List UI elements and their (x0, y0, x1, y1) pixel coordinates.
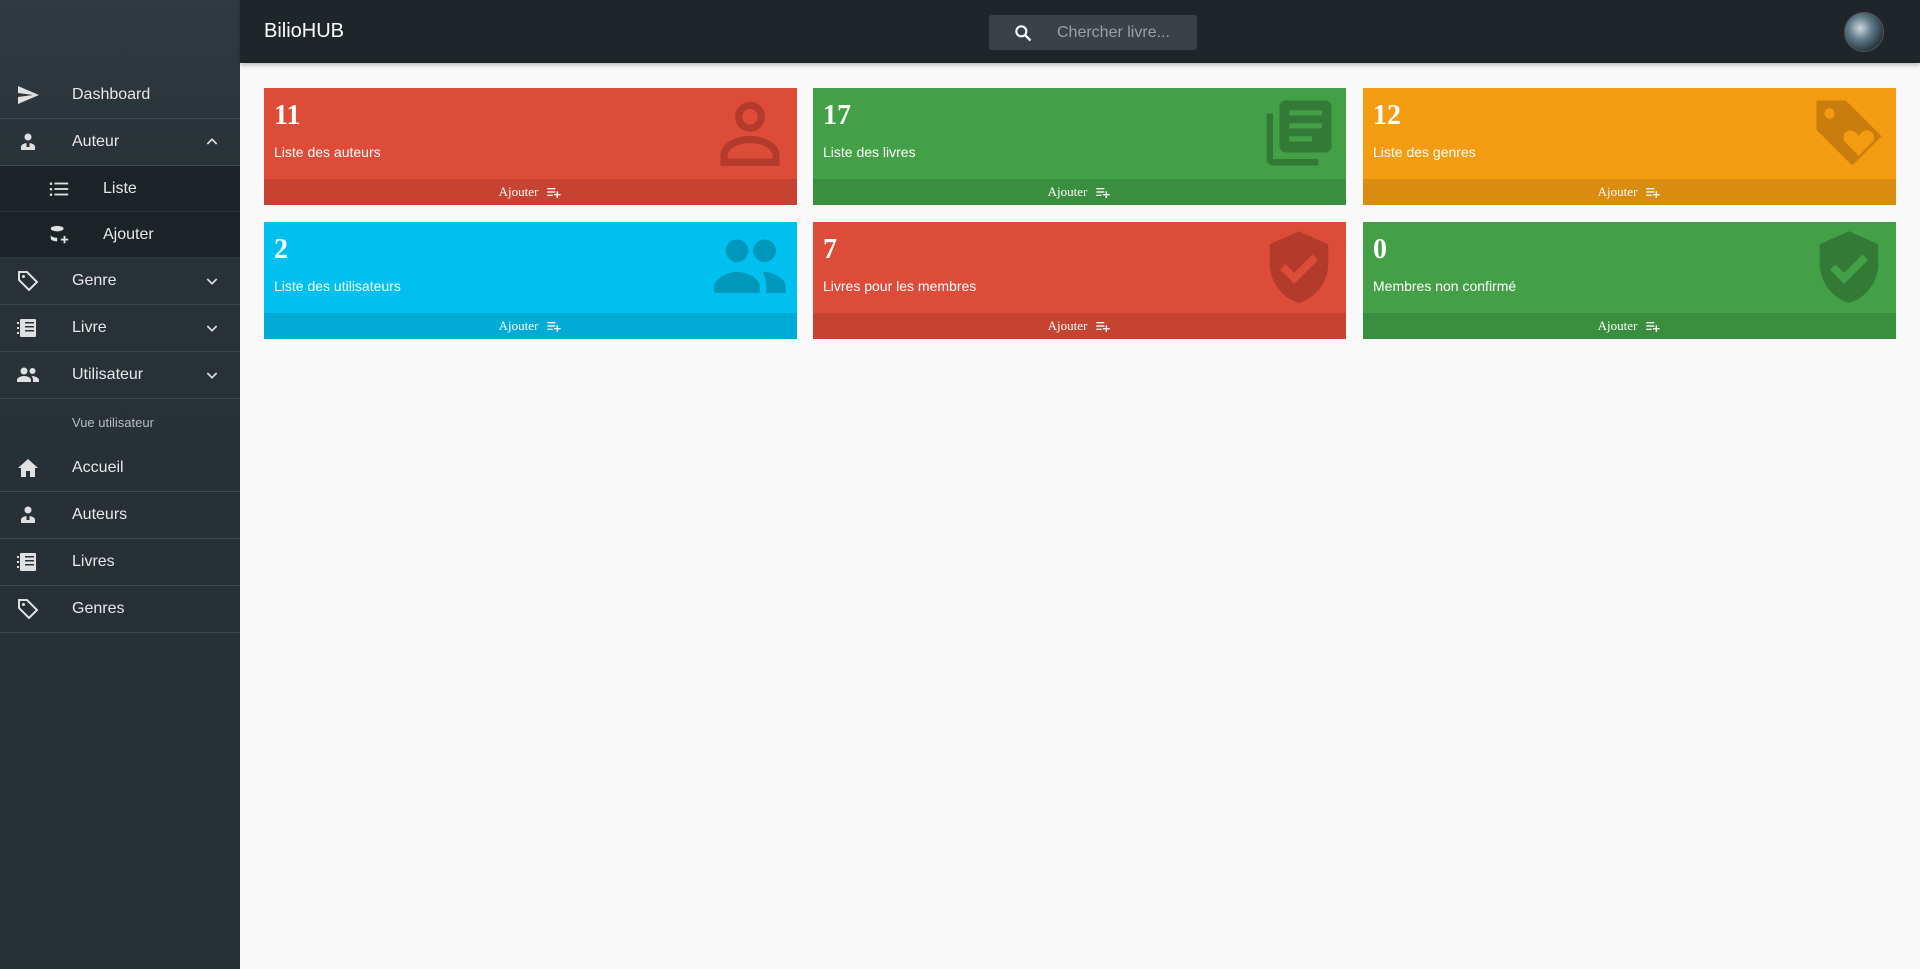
person-icon (720, 101, 780, 166)
card-title: Livres pour les membres (823, 278, 977, 294)
sidebar-item-label: Dashboard (72, 86, 151, 103)
card-add-label: Ajouter (1597, 184, 1638, 199)
sidebar-item-livre[interactable]: Livre (0, 305, 240, 352)
sidebar-item-genres[interactable]: Genres (0, 586, 240, 633)
brand-title[interactable]: BilioHUB (264, 20, 344, 43)
playlist-add-icon (1096, 188, 1111, 198)
sidebar-item-auteurs[interactable]: Auteurs (0, 492, 240, 539)
sidebar-nav: Dashboard Auteur Liste Ajouter Genre Liv… (0, 72, 240, 633)
sidebar-subitem-label: Ajouter (103, 225, 154, 243)
card-auteurs: 11 Liste des auteurs Ajouter (264, 88, 797, 205)
chevron-down-icon (206, 278, 218, 285)
card-livres-membres: 7 Livres pour les membres Ajouter (813, 222, 1346, 339)
sidebar: Dashboard Auteur Liste Ajouter Genre Liv… (0, 0, 240, 969)
chevron-down-icon (206, 325, 218, 332)
sidebar-item-dashboard[interactable]: Dashboard (0, 72, 240, 119)
database-add-icon (50, 225, 69, 243)
sidebar-item-livres[interactable]: Livres (0, 539, 240, 586)
author-icon (21, 506, 35, 523)
sidebar-subitem-ajouter[interactable]: Ajouter (0, 212, 240, 258)
sidebar-item-label: Auteur (72, 133, 120, 150)
card-livres: 17 Liste des livres Ajouter (813, 88, 1346, 205)
card-add-button[interactable]: Ajouter (813, 313, 1346, 339)
playlist-add-icon (547, 322, 562, 332)
card-add-button[interactable]: Ajouter (264, 179, 797, 205)
tag-heart-icon (1816, 100, 1882, 166)
chevron-up-icon (206, 138, 218, 145)
sidebar-item-auteur[interactable]: Auteur (0, 119, 240, 166)
sidebar-item-accueil[interactable]: Accueil (0, 445, 240, 492)
card-title: Liste des genres (1373, 144, 1476, 160)
sidebar-item-genre[interactable]: Genre (0, 258, 240, 305)
books-icon (17, 553, 36, 571)
playlist-add-icon (547, 188, 562, 198)
card-add-button[interactable]: Ajouter (1363, 313, 1896, 339)
playlist-add-icon (1646, 188, 1661, 198)
sidebar-subitem-liste[interactable]: Liste (0, 166, 240, 212)
group-icon (714, 239, 786, 293)
card-genres: 12 Liste des genres Ajouter (1363, 88, 1896, 205)
shield-check-icon (1269, 231, 1329, 303)
card-count: 0 (1373, 234, 1387, 265)
sidebar-item-label: Accueil (72, 459, 124, 476)
card-count: 2 (274, 234, 288, 265)
sidebar-item-label: Livres (72, 553, 115, 570)
send-icon (18, 86, 39, 104)
card-add-label: Ajouter (498, 184, 539, 199)
card-count: 17 (823, 100, 851, 131)
card-title: Membres non confirmé (1373, 278, 1517, 294)
card-title: Liste des utilisateurs (274, 278, 401, 294)
search-input[interactable] (1057, 15, 1192, 50)
sidebar-subitem-label: Liste (103, 179, 137, 197)
playlist-add-icon (1096, 322, 1111, 332)
sidebar-item-utilisateur[interactable]: Utilisateur (0, 352, 240, 399)
shield-check-icon (1819, 231, 1879, 303)
card-add-label: Ajouter (498, 318, 539, 333)
sidebar-heading-vue-utilisateur: Vue utilisateur (0, 399, 240, 445)
card-membres-non-confirme: 0 Membres non confirmé Ajouter (1363, 222, 1896, 339)
books-icon (17, 319, 36, 337)
card-add-button[interactable]: Ajouter (264, 313, 797, 339)
users-icon (17, 367, 39, 382)
search-icon[interactable] (1013, 23, 1033, 43)
library-books-icon (1266, 100, 1332, 166)
search-box[interactable] (989, 15, 1197, 50)
card-add-button[interactable]: Ajouter (1363, 179, 1896, 205)
sidebar-heading-label: Vue utilisateur (72, 414, 154, 430)
card-utilisateurs: 2 Liste des utilisateurs Ajouter (264, 222, 797, 339)
card-count: 7 (823, 234, 837, 265)
card-add-label: Ajouter (1047, 184, 1088, 199)
card-count: 12 (1373, 100, 1401, 131)
avatar[interactable] (1844, 12, 1884, 52)
tag-icon (18, 599, 39, 620)
card-add-button[interactable]: Ajouter (813, 179, 1346, 205)
author-icon (21, 133, 35, 150)
card-count: 11 (274, 100, 301, 131)
playlist-add-icon (1646, 322, 1661, 332)
sidebar-item-label: Genre (72, 272, 117, 289)
card-title: Liste des livres (823, 144, 916, 160)
card-add-label: Ajouter (1047, 318, 1088, 333)
card-add-label: Ajouter (1597, 318, 1638, 333)
list-icon (49, 182, 69, 196)
sidebar-item-label: Utilisateur (72, 366, 144, 383)
topbar: BilioHUB (240, 0, 1920, 63)
tag-icon (18, 271, 39, 292)
home-icon (18, 459, 38, 477)
sidebar-item-label: Genres (72, 600, 125, 617)
card-title: Liste des auteurs (274, 144, 381, 160)
sidebar-item-label: Livre (72, 319, 107, 336)
sidebar-item-label: Auteurs (72, 506, 128, 523)
chevron-down-icon (206, 372, 218, 379)
